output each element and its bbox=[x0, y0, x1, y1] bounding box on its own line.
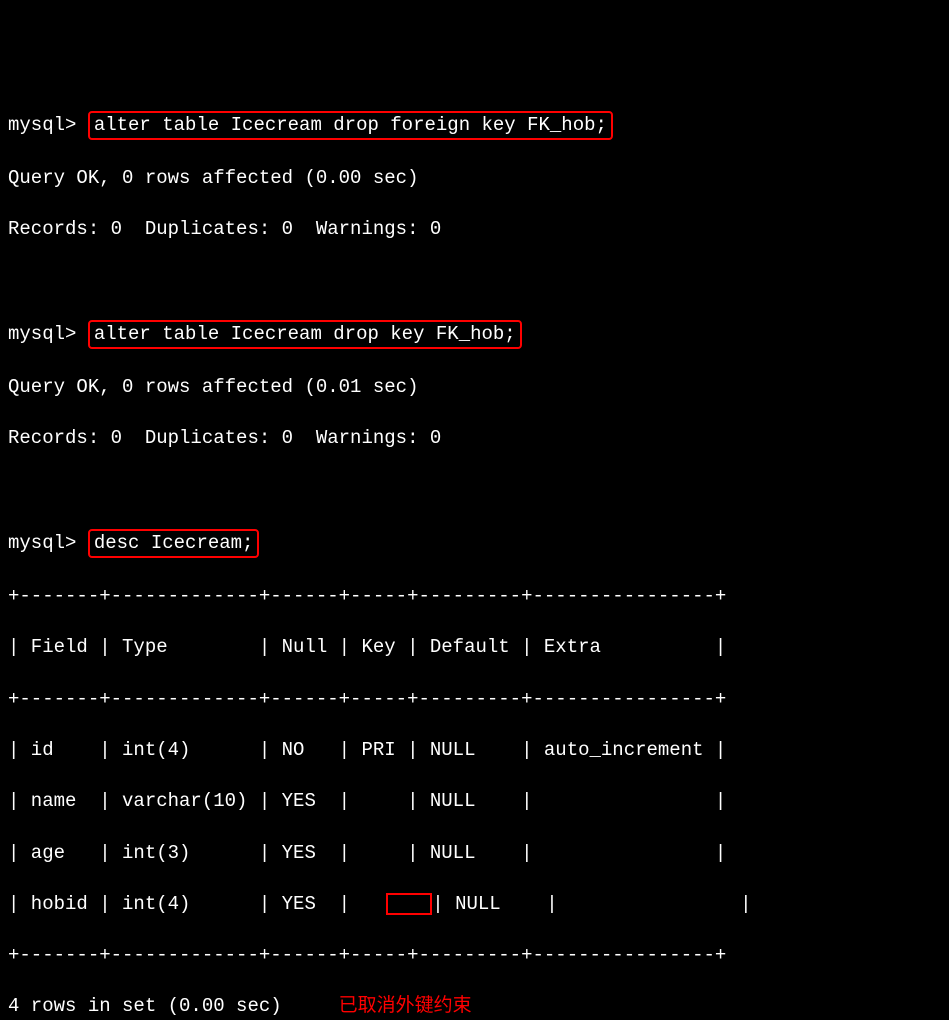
sql-command-1: alter table Icecream drop foreign key FK… bbox=[88, 111, 613, 141]
command-line-3: mysql> desc Icecream; bbox=[8, 529, 941, 559]
table-row-2: | name | varchar(10) | YES | | NULL | | bbox=[8, 789, 941, 815]
table-border-mid: +-------+-------------+------+-----+----… bbox=[8, 687, 941, 713]
records-result-2: Records: 0 Duplicates: 0 Warnings: 0 bbox=[8, 426, 941, 452]
mysql-prompt: mysql> bbox=[8, 532, 76, 554]
table-row-4: | hobid | int(4) | YES | | NULL | | bbox=[8, 892, 941, 918]
table-header: | Field | Type | Null | Key | Default | … bbox=[8, 635, 941, 661]
mysql-prompt: mysql> bbox=[8, 323, 76, 345]
table-row-4-part2: | NULL | | bbox=[432, 893, 751, 915]
query-result-2: Query OK, 0 rows affected (0.01 sec) bbox=[8, 375, 941, 401]
query-result-1: Query OK, 0 rows affected (0.00 sec) bbox=[8, 166, 941, 192]
table-row-1: | id | int(4) | NO | PRI | NULL | auto_i… bbox=[8, 738, 941, 764]
mysql-prompt: mysql> bbox=[8, 114, 76, 136]
table-row-4-part1: | hobid | int(4) | YES | bbox=[8, 893, 384, 915]
sql-command-3: desc Icecream; bbox=[88, 529, 260, 559]
annotation-text: 已取消外键约束 bbox=[339, 995, 472, 1017]
table-border-top: +-------+-------------+------+-----+----… bbox=[8, 584, 941, 610]
empty-key-highlight bbox=[386, 893, 432, 915]
rows-in-set: 4 rows in set (0.00 sec) bbox=[8, 995, 282, 1017]
table-row-3: | age | int(3) | YES | | NULL | | bbox=[8, 841, 941, 867]
footer-line: 4 rows in set (0.00 sec) 已取消外键约束 bbox=[8, 994, 941, 1020]
command-line-2: mysql> alter table Icecream drop key FK_… bbox=[8, 320, 941, 350]
blank-line-1 bbox=[8, 268, 941, 294]
sql-command-2: alter table Icecream drop key FK_hob; bbox=[88, 320, 522, 350]
command-line-1: mysql> alter table Icecream drop foreign… bbox=[8, 111, 941, 141]
records-result-1: Records: 0 Duplicates: 0 Warnings: 0 bbox=[8, 217, 941, 243]
table-border-bottom: +-------+-------------+------+-----+----… bbox=[8, 943, 941, 969]
blank-line-2 bbox=[8, 478, 941, 504]
